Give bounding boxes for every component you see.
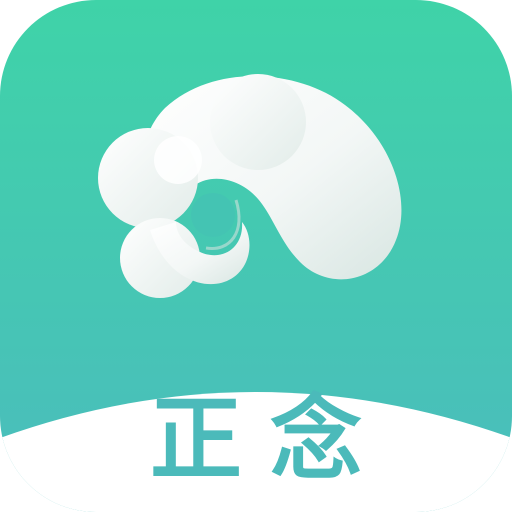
- app-name-text: 正念: [149, 386, 390, 493]
- app-icon[interactable]: 正念: [0, 0, 512, 512]
